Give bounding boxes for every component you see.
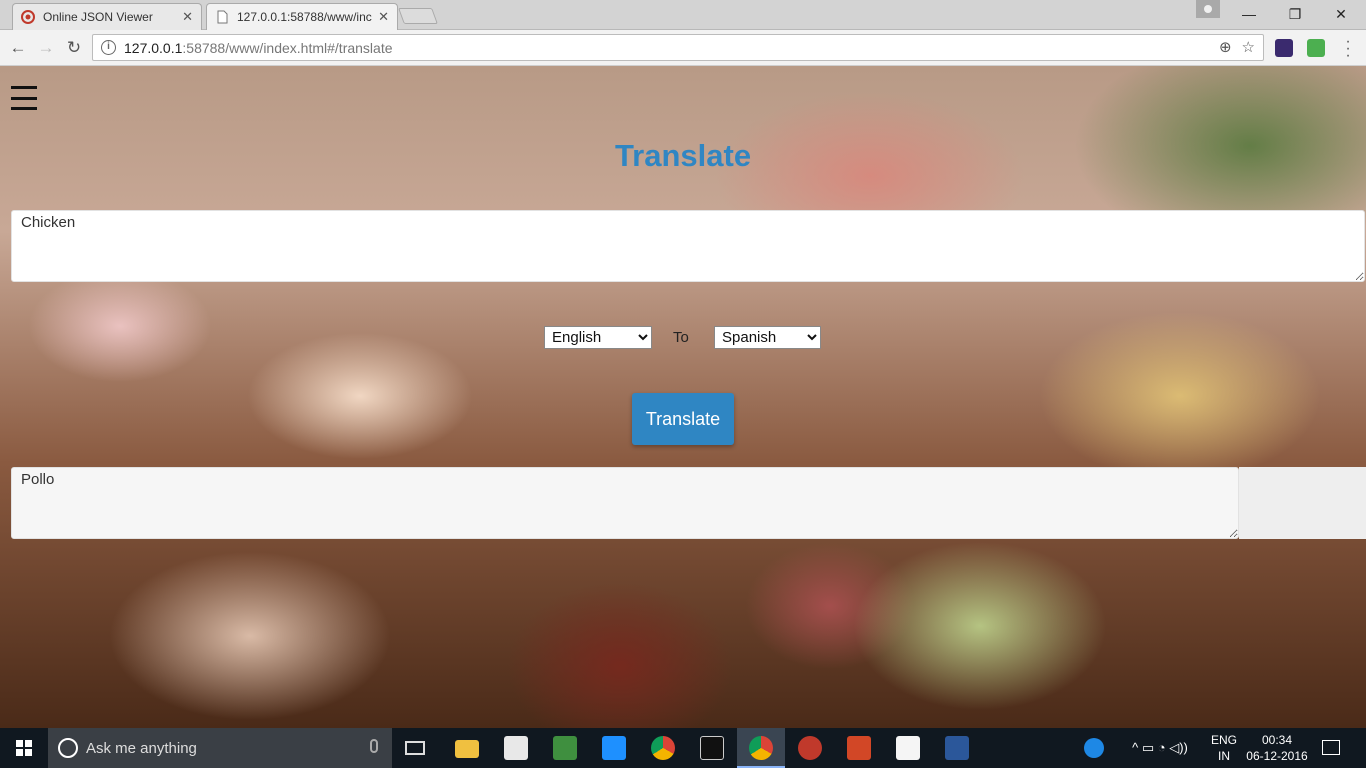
language-code: ENG — [1210, 733, 1237, 747]
paint-app-icon[interactable] — [798, 736, 822, 760]
close-window-button[interactable]: ✕ — [1318, 0, 1364, 28]
tray-icons[interactable]: ^ ▭ ◔ ◁)) — [1114, 740, 1206, 756]
back-button[interactable]: ← — [6, 36, 30, 60]
minimize-button[interactable]: — — [1226, 0, 1272, 28]
file-explorer-icon[interactable] — [455, 740, 479, 758]
system-clock[interactable]: 00:34 06-12-2016 — [1242, 732, 1312, 764]
browser-tabstrip: Online JSON Viewer ✕ 127.0.0.1:58788/www… — [0, 0, 1366, 30]
tab-close-icon[interactable]: ✕ — [378, 9, 389, 25]
hamburger-icon[interactable] — [11, 86, 37, 110]
task-view-icon[interactable] — [405, 741, 425, 755]
input-language[interactable]: ENG IN — [1206, 732, 1242, 764]
cortana-search-box[interactable]: Ask me anything — [48, 728, 392, 768]
zoom-icon[interactable]: ⊕ — [1219, 38, 1232, 56]
result-text-output[interactable] — [11, 467, 1239, 539]
maximize-button[interactable]: ❐ — [1272, 0, 1318, 28]
translate-page: Translate English To Spanish Translate — [0, 66, 1366, 728]
forward-button[interactable]: → — [34, 36, 58, 60]
reload-button[interactable]: ↻ — [62, 36, 86, 60]
tab-online-json-viewer[interactable]: Online JSON Viewer ✕ — [12, 3, 202, 30]
word-icon[interactable] — [945, 736, 969, 760]
address-host: 127.0.0.1 — [124, 39, 183, 56]
source-text-input[interactable] — [11, 210, 1365, 282]
profile-icon[interactable] — [1196, 0, 1220, 18]
action-center-icon[interactable] — [1322, 740, 1340, 755]
tab-close-icon[interactable]: ✕ — [182, 9, 193, 25]
store-icon[interactable] — [504, 736, 528, 760]
search-placeholder: Ask me anything — [86, 739, 197, 757]
app-icon[interactable] — [602, 736, 626, 760]
address-path: :58788/www/index.html#/translate — [182, 39, 393, 56]
browser-toolbar: ← → ↻ i 127.0.0.1:58788/www/index.html#/… — [0, 30, 1366, 66]
extension-icon[interactable] — [1275, 39, 1293, 57]
page-title: Translate — [614, 138, 752, 173]
microphone-icon[interactable] — [370, 739, 378, 753]
translate-button[interactable]: Translate — [632, 393, 734, 445]
address-bar[interactable]: i 127.0.0.1:58788/www/index.html#/transl… — [92, 34, 1264, 61]
tab-translate-page[interactable]: 127.0.0.1:58788/www/inc ✕ — [206, 3, 398, 30]
to-label: To — [673, 329, 689, 346]
clock-time: 00:34 — [1261, 733, 1293, 747]
tab-title: 127.0.0.1:58788/www/inc — [237, 10, 372, 24]
notification-app-icon[interactable] — [1084, 738, 1104, 758]
chrome-icon[interactable] — [651, 736, 675, 760]
from-language-select[interactable]: English — [544, 326, 652, 349]
to-language-select[interactable]: Spanish — [714, 326, 821, 349]
bookmark-star-icon[interactable]: ☆ — [1242, 38, 1255, 56]
powerpoint-icon[interactable] — [847, 736, 871, 760]
page-favicon-icon — [215, 10, 229, 24]
browser-menu-icon[interactable]: · · · — [1343, 34, 1353, 64]
new-tab-button[interactable] — [398, 8, 438, 24]
site-info-icon[interactable]: i — [101, 40, 116, 55]
tab-title: Online JSON Viewer — [43, 10, 153, 24]
terminal-icon[interactable] — [700, 736, 724, 760]
windows-logo-icon — [16, 740, 32, 756]
photos-icon[interactable] — [896, 736, 920, 760]
cors-extension-icon[interactable] — [1307, 39, 1325, 57]
language-region: IN — [1218, 749, 1230, 763]
language-selector-row: English To Spanish — [0, 326, 1366, 350]
chart-app-icon[interactable] — [553, 736, 577, 760]
cortana-icon — [58, 738, 78, 758]
start-button[interactable] — [0, 728, 48, 768]
json-viewer-favicon-icon — [21, 10, 35, 24]
windows-taskbar: Ask me anything ^ ▭ ◔ ◁)) ENG IN 00:34 0… — [0, 728, 1366, 768]
clock-date: 06-12-2016 — [1246, 749, 1308, 763]
result-panel-background — [1239, 467, 1366, 539]
chrome-active-icon[interactable] — [749, 736, 773, 760]
